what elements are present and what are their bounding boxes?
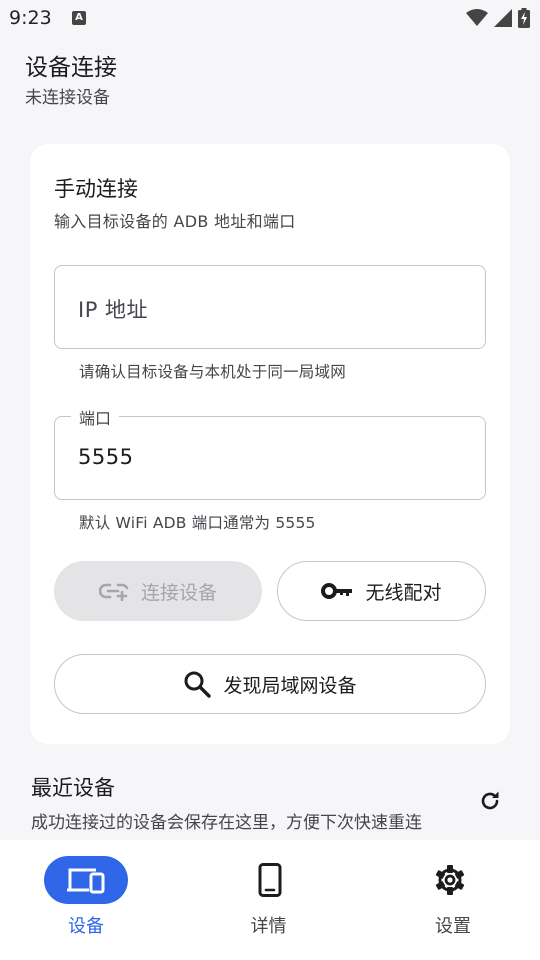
signal-icon [494, 9, 512, 27]
nav-label-devices: 设备 [68, 916, 104, 937]
nav-label-settings: 设置 [435, 916, 471, 937]
ip-address-placeholder: IP 地址 [78, 298, 149, 322]
wifi-icon [466, 9, 488, 26]
wireless-pair-button[interactable]: 无线配对 [277, 561, 486, 621]
card-title: 手动连接 [54, 177, 138, 201]
port-input[interactable]: 端口 5555 [54, 405, 486, 500]
nav-item-devices[interactable]: 设备 [0, 840, 180, 960]
discover-lan-devices-label: 发现局域网设备 [223, 674, 357, 697]
nav-active-indicator [44, 856, 128, 904]
add-link-icon [98, 583, 129, 601]
nav-icon-container [228, 856, 312, 904]
status-bar: 9:23 A [0, 0, 540, 36]
nav-item-details[interactable]: 详情 [180, 840, 360, 960]
ip-helper-text: 请确认目标设备与本机处于同一局域网 [79, 363, 346, 381]
search-icon [184, 671, 212, 698]
status-icons [466, 7, 530, 29]
refresh-button[interactable] [476, 787, 504, 815]
connect-device-label: 连接设备 [140, 581, 217, 604]
gear-icon [435, 865, 465, 895]
phone-icon [258, 863, 282, 897]
wireless-pair-label: 无线配对 [365, 581, 442, 604]
bottom-navigation: 设备 详情 设置 [0, 840, 540, 960]
recent-devices-subtitle: 成功连接过的设备会保存在这里，方便下次快速重连 [31, 813, 422, 833]
page-title: 设备连接 [25, 55, 117, 81]
port-helper-text: 默认 WiFi ADB 端口通常为 5555 [79, 514, 316, 532]
ip-address-input[interactable]: IP 地址 [54, 265, 486, 349]
recent-devices-title: 最近设备 [31, 776, 115, 800]
status-time: 9:23 [9, 7, 52, 29]
devices-icon [67, 868, 105, 894]
notification-a-icon: A [72, 11, 86, 25]
nav-item-settings[interactable]: 设置 [360, 840, 540, 960]
port-value: 5555 [78, 445, 134, 469]
battery-icon [518, 8, 530, 28]
connect-device-button[interactable]: 连接设备 [54, 561, 262, 621]
refresh-icon [481, 791, 499, 810]
discover-lan-devices-button[interactable]: 发现局域网设备 [54, 654, 486, 714]
port-label: 端口 [71, 405, 120, 429]
card-subtitle: 输入目标设备的 ADB 地址和端口 [54, 212, 296, 231]
nav-icon-container [408, 856, 492, 904]
key-icon [321, 583, 353, 599]
manual-connect-card: 手动连接 输入目标设备的 ADB 地址和端口 IP 地址 请确认目标设备与本机处… [30, 144, 510, 744]
connection-status: 未连接设备 [25, 88, 110, 108]
nav-label-details: 详情 [250, 916, 287, 937]
